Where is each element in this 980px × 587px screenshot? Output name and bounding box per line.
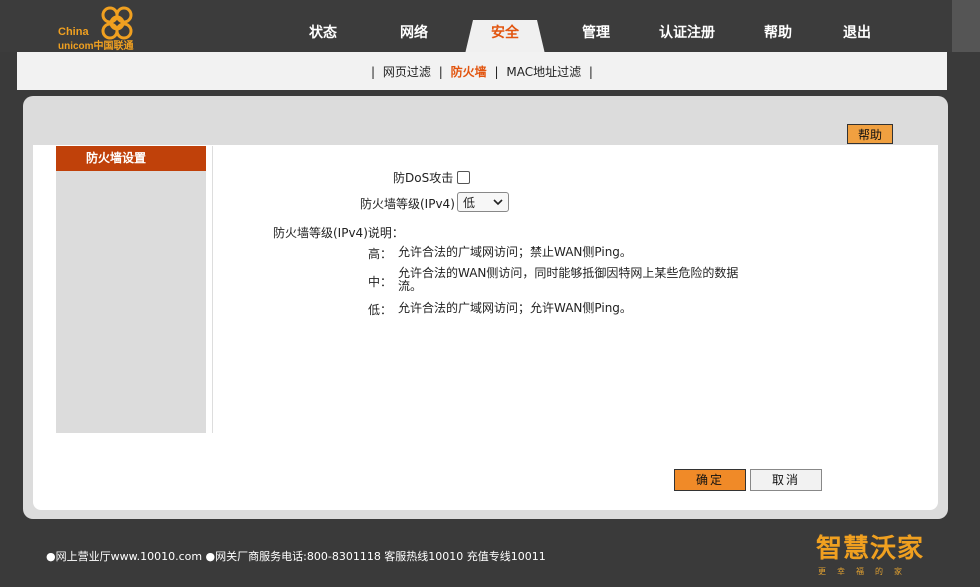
help-button[interactable]: 帮助 (847, 124, 893, 144)
sidebar-item-firewall-settings[interactable]: 防火墙设置 (56, 146, 206, 171)
level-high-key: 高： (368, 247, 393, 261)
firewall-level-value: 低 (463, 196, 476, 210)
top-bar: China unicom中国联通 状态 网络 安全 管理 认证注册 帮助 退出 (0, 0, 980, 54)
nav-auth-register[interactable]: 认证注册 (647, 22, 727, 42)
level-low-text: 允许合法的广域网访问；允许WAN侧Ping。 (398, 301, 632, 315)
nav-status[interactable]: 状态 (283, 22, 363, 42)
level-low-key: 低： (368, 303, 393, 317)
level-mid-text: 允许合法的WAN侧访问，同时能够抵御因特网上某些危险的数据流。 (398, 266, 739, 293)
dos-checkbox[interactable] (457, 171, 470, 184)
subnav-mac-filter[interactable]: MAC地址过滤 (506, 65, 581, 79)
nav-management[interactable]: 管理 (556, 22, 636, 42)
sub-nav: | 网页过滤 | 防火墙 | MAC地址过滤 | (17, 63, 947, 80)
sub-nav-separator: | (494, 65, 499, 79)
level-high-text: 允许合法的广域网访问；禁止WAN侧Ping。 (398, 245, 632, 259)
sub-nav-separator: | (588, 65, 593, 79)
level-mid-key: 中： (368, 275, 393, 289)
sub-nav-separator: | (371, 65, 376, 79)
logo-line-2: unicom中国联通 (58, 41, 134, 52)
sub-nav-bar: | 网页过滤 | 防火墙 | MAC地址过滤 | (17, 52, 947, 90)
divider (212, 146, 213, 433)
subnav-web-filter[interactable]: 网页过滤 (383, 65, 431, 79)
chevron-down-icon (493, 199, 503, 206)
firewall-level-label: 防火墙等级(IPv4) (360, 197, 455, 211)
nav-security[interactable]: 安全 (465, 20, 545, 54)
brand-logo: 智慧沃家 (816, 534, 925, 564)
nav-network[interactable]: 网络 (374, 22, 454, 42)
dos-label: 防DoS攻击 (393, 171, 454, 185)
brand-slogan: 更幸福的家 (818, 567, 913, 576)
right-strip (952, 0, 980, 52)
cancel-button[interactable]: 取消 (750, 469, 822, 491)
footer-info: ●网上营业厅www.10010.com ●网关厂商服务电话:800-830111… (46, 550, 546, 563)
level-description-title: 防火墙等级(IPv4)说明： (273, 226, 404, 240)
china-unicom-logo: China unicom中国联通 (56, 4, 146, 52)
subnav-firewall[interactable]: 防火墙 (451, 65, 487, 79)
nav-help[interactable]: 帮助 (738, 22, 818, 42)
firewall-level-select[interactable]: 低 (457, 192, 509, 212)
sidebar: 防火墙设置 (56, 146, 206, 433)
nav-logout[interactable]: 退出 (817, 22, 897, 42)
sub-nav-separator: | (438, 65, 443, 79)
ok-button[interactable]: 确定 (674, 469, 746, 491)
